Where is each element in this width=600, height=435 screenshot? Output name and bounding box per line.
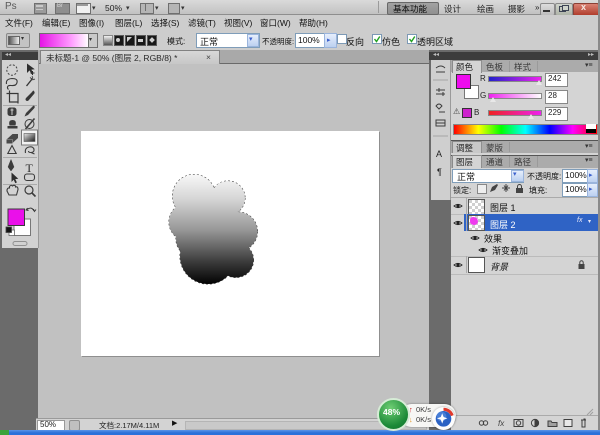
- svg-text:¶: ¶: [437, 167, 442, 177]
- svg-text:T: T: [26, 161, 34, 175]
- svg-text:fx: fx: [498, 419, 505, 428]
- svg-text:A: A: [436, 149, 442, 159]
